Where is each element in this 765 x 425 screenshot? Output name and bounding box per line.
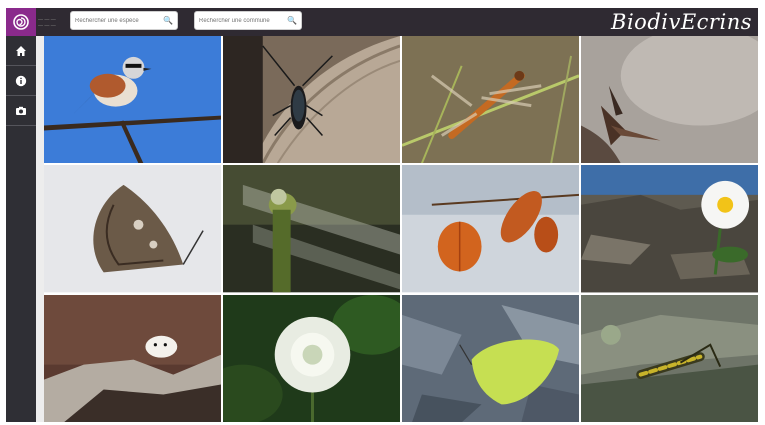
species-search-input[interactable] [75,17,162,24]
stoat-photo [44,294,221,422]
brand-title[interactable]: BiodivEcrins [611,10,752,34]
beetle-photo [223,36,400,164]
top-bar: — — —— — — 🔍 🔍 BiodivEcrins [6,8,758,36]
photo-tile[interactable] [402,294,579,422]
photo-gallery [44,36,758,422]
photo-tile[interactable] [402,36,579,164]
photo-tile[interactable] [223,294,400,422]
commune-search-field[interactable]: 🔍 [194,11,302,30]
photo-tile[interactable] [44,36,221,164]
sidebar-item-info[interactable] [6,66,36,96]
content-gutter [36,36,44,422]
dragonfly-photo [402,36,579,164]
search-icon[interactable]: 🔍 [163,16,173,25]
photo-tile[interactable] [581,36,758,164]
physalis-photo [402,165,579,293]
photo-tile[interactable] [581,165,758,293]
butterfly-photo [44,165,221,293]
photo-tile[interactable] [402,165,579,293]
app-window: — — —— — — 🔍 🔍 BiodivEcrins [6,8,758,422]
sidebar-item-home[interactable] [6,36,36,66]
brimstone-photo [402,294,579,422]
search-icon[interactable]: 🔍 [287,16,297,25]
camera-icon [16,106,26,115]
photo-tile[interactable] [223,165,400,293]
photo-tile[interactable] [44,165,221,293]
home-icon [16,45,26,56]
spiral-logo-icon [13,14,29,30]
moth-photo [581,36,758,164]
sidebar [6,36,36,422]
bird-photo [44,36,221,164]
astrantia-photo [223,294,400,422]
logo[interactable] [6,8,36,36]
dragonfly-closeup-photo [223,165,400,293]
logo-caption: — — — — — — [38,17,56,29]
grasshopper-photo [581,294,758,422]
photo-tile[interactable] [223,36,400,164]
info-icon [15,75,27,86]
photo-tile[interactable] [581,294,758,422]
daisy-photo [581,165,758,293]
commune-search-input[interactable] [199,17,286,24]
sidebar-item-gallery[interactable] [6,96,36,126]
photo-tile[interactable] [44,294,221,422]
species-search-field[interactable]: 🔍 [70,11,178,30]
